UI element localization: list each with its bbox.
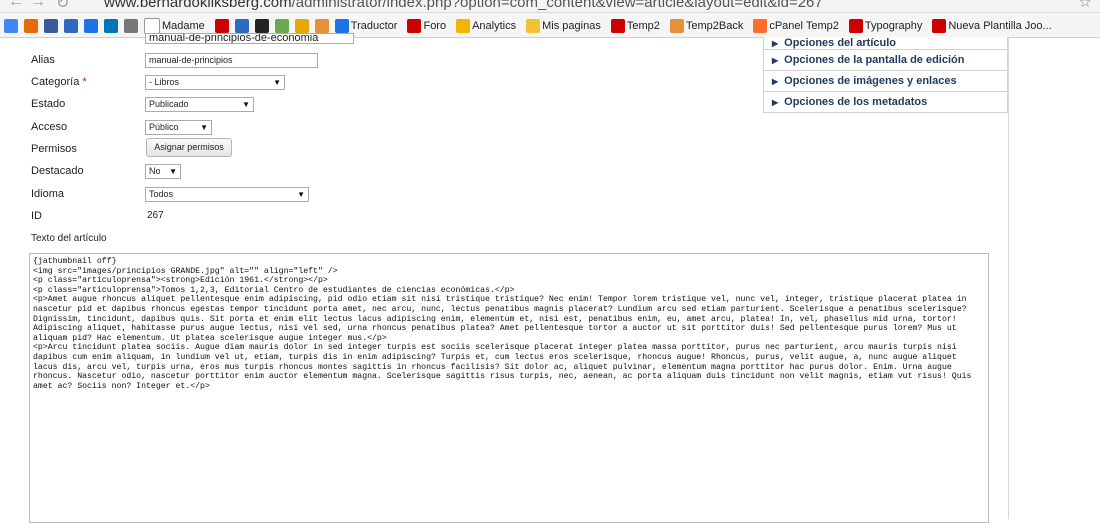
bookmark-item[interactable] bbox=[251, 15, 271, 33]
article-text-label: Texto del artículo bbox=[31, 233, 107, 244]
title-field[interactable]: manual-de-principios-de-economia bbox=[145, 33, 354, 44]
triangle-right-icon: ▶ bbox=[772, 56, 779, 65]
bookmark-favicon-icon bbox=[753, 19, 768, 33]
triangle-right-icon: ▶ bbox=[772, 77, 779, 86]
language-label: Idioma bbox=[31, 188, 65, 200]
bookmark-item[interactable]: Nueva Plantilla Joo... bbox=[928, 15, 1057, 33]
bookmark-label: Temp2Back bbox=[685, 20, 744, 32]
bookmark-favicon-icon bbox=[848, 19, 863, 33]
bookmark-item[interactable] bbox=[291, 15, 311, 33]
bookmark-label: Temp2 bbox=[626, 20, 660, 32]
chevron-down-icon: ▼ bbox=[297, 190, 305, 199]
bookmark-favicon-icon bbox=[144, 18, 160, 34]
bookmark-item[interactable] bbox=[20, 15, 40, 33]
bookmark-label: Analytics bbox=[472, 20, 517, 32]
bookmark-favicon-icon bbox=[104, 19, 118, 33]
bookmark-favicon-icon bbox=[24, 19, 38, 33]
bookmark-item[interactable]: Analytics bbox=[452, 15, 522, 33]
bookmark-favicon-icon bbox=[214, 19, 229, 33]
bookmark-label: Madame bbox=[162, 20, 205, 32]
bookmark-item[interactable] bbox=[80, 15, 100, 33]
bookmark-item[interactable] bbox=[40, 15, 60, 33]
status-label: Estado bbox=[31, 98, 66, 110]
category-label: Categoría * bbox=[31, 76, 87, 88]
bookmark-star-icon[interactable]: ☆ bbox=[1079, 0, 1092, 11]
bookmark-item[interactable]: Temp2 bbox=[607, 15, 666, 33]
bookmark-item[interactable]: Typography bbox=[845, 15, 928, 33]
bookmark-item[interactable]: Mis paginas bbox=[522, 15, 607, 33]
bookmark-favicon-icon bbox=[64, 19, 78, 33]
bookmark-favicon-icon bbox=[274, 19, 289, 33]
category-select[interactable]: - Libros ▼ bbox=[145, 75, 285, 90]
bookmark-favicon-icon bbox=[84, 19, 98, 33]
bookmark-item[interactable] bbox=[100, 15, 120, 33]
alias-field[interactable]: manual-de-principios bbox=[145, 53, 318, 68]
bookmark-item[interactable] bbox=[311, 15, 331, 33]
bookmark-item[interactable]: Traductor bbox=[331, 15, 404, 33]
bookmark-item[interactable] bbox=[120, 15, 140, 33]
reload-icon[interactable]: ↻ bbox=[56, 0, 69, 12]
bookmark-label: Foro bbox=[423, 20, 447, 32]
bookmark-favicon-icon bbox=[294, 19, 309, 33]
bookmark-item[interactable]: cPanel Temp2 bbox=[749, 15, 845, 33]
bookmark-favicon-icon bbox=[456, 19, 471, 33]
bookmark-item[interactable]: Temp2Back bbox=[666, 15, 749, 33]
bookmark-label: cPanel Temp2 bbox=[769, 20, 839, 32]
access-select[interactable]: Público ▼ bbox=[145, 120, 212, 135]
bookmark-label: Typography bbox=[864, 20, 923, 32]
featured-label: Destacado bbox=[31, 165, 84, 177]
chevron-down-icon: ▼ bbox=[242, 100, 250, 109]
bookmark-favicon-icon bbox=[407, 19, 422, 33]
bookmark-label: Mis paginas bbox=[542, 20, 601, 32]
bookmark-favicon-icon bbox=[526, 19, 541, 33]
bookmark-favicon-icon bbox=[610, 19, 625, 33]
bookmark-favicon-icon bbox=[234, 19, 249, 33]
triangle-right-icon: ▶ bbox=[772, 98, 779, 107]
bookmark-favicon-icon bbox=[254, 19, 269, 33]
bookmark-label: Traductor bbox=[350, 20, 398, 32]
permissions-label: Permisos bbox=[31, 143, 77, 155]
bookmark-item[interactable] bbox=[211, 15, 231, 33]
access-label: Acceso bbox=[31, 121, 68, 133]
address-bar[interactable]: ← → ↻ www.bernardokliksberg.com/administ… bbox=[0, 0, 1100, 13]
panel-images-links-options[interactable]: ▶ Opciones de imágenes y enlaces bbox=[763, 71, 1008, 92]
bookmark-item[interactable] bbox=[231, 15, 251, 33]
forward-arrow-icon[interactable]: → bbox=[30, 0, 46, 11]
article-text-editor[interactable]: {jathumbnail off} <img src="images/princ… bbox=[29, 253, 989, 523]
bookmark-item[interactable] bbox=[0, 15, 20, 33]
id-label: ID bbox=[31, 210, 42, 222]
bookmark-favicon-icon bbox=[44, 19, 58, 33]
back-arrow-icon[interactable]: ← bbox=[8, 0, 24, 11]
options-panel: ▶ Opciones del artículo ▶ Opciones de la p… bbox=[763, 37, 1008, 113]
bookmark-favicon-icon bbox=[334, 19, 349, 33]
url-text[interactable]: www.bernardokliksberg.com/administrator/… bbox=[104, 0, 823, 11]
bookmark-favicon-icon bbox=[4, 19, 18, 33]
bookmark-favicon-icon bbox=[314, 19, 329, 33]
bookmark-favicon-icon bbox=[669, 19, 684, 33]
bookmark-favicon-icon bbox=[932, 19, 947, 33]
bookmark-label: Nueva Plantilla Joo... bbox=[948, 20, 1052, 32]
bookmark-item[interactable]: Foro bbox=[403, 15, 452, 33]
featured-select[interactable]: No ▼ bbox=[145, 164, 181, 179]
panel-edit-screen-options[interactable]: ▶ Opciones de la pantalla de edición bbox=[763, 50, 1008, 71]
bookmark-item[interactable] bbox=[60, 15, 80, 33]
id-value: 267 bbox=[147, 210, 164, 221]
chevron-down-icon: ▼ bbox=[200, 123, 208, 132]
chevron-down-icon: ▼ bbox=[169, 167, 177, 176]
triangle-right-icon: ▶ bbox=[772, 39, 779, 48]
panel-metadata-options[interactable]: ▶ Opciones de los metadatos bbox=[763, 92, 1008, 113]
bookmark-item[interactable] bbox=[271, 15, 291, 33]
assign-permissions-button[interactable]: Asignar permisos bbox=[146, 138, 232, 157]
bookmark-favicon-icon bbox=[124, 19, 138, 33]
chevron-down-icon: ▼ bbox=[273, 78, 281, 87]
bookmark-item[interactable]: Madame bbox=[140, 15, 211, 34]
alias-label: Alias bbox=[31, 54, 55, 66]
status-select[interactable]: Publicado ▼ bbox=[145, 97, 254, 112]
language-select[interactable]: Todos ▼ bbox=[145, 187, 309, 202]
panel-article-options[interactable]: ▶ Opciones del artículo bbox=[763, 37, 1008, 50]
